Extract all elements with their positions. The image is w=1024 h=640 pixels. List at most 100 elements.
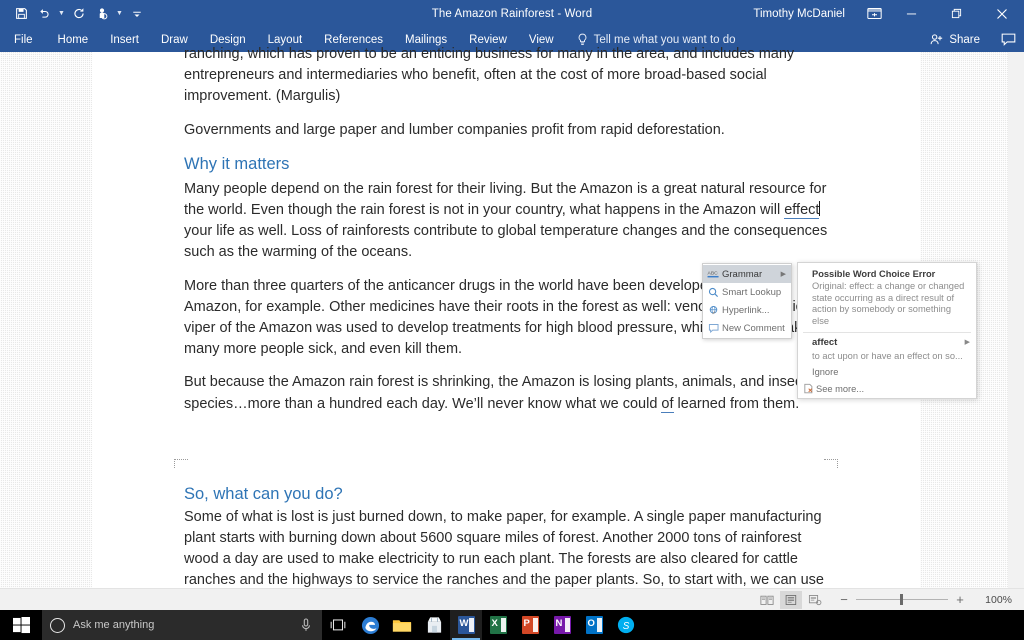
document-body[interactable]: ranching, which has proven to be an enti… bbox=[92, 46, 920, 640]
paragraph-shrinking: But because the Amazon rain forest is sh… bbox=[184, 372, 828, 414]
read-mode-button[interactable] bbox=[756, 591, 778, 609]
grammar-error-of[interactable]: of bbox=[661, 395, 674, 413]
heading-so-what-can-you-do: So, what can you do? bbox=[184, 484, 343, 503]
ribbon-display-options-icon[interactable] bbox=[859, 0, 889, 27]
title-bar-right: Timothy McDaniel bbox=[753, 0, 1024, 27]
word-window: ▼ ▼ The Amazon Rainforest - Word Timothy… bbox=[0, 0, 1024, 640]
save-icon[interactable] bbox=[10, 3, 32, 25]
zoom-slider[interactable] bbox=[856, 594, 948, 606]
tab-file[interactable]: File bbox=[0, 27, 47, 52]
taskbar-app-word[interactable]: W bbox=[450, 610, 482, 640]
excel-icon: X bbox=[489, 616, 507, 634]
web-layout-button[interactable] bbox=[804, 591, 826, 609]
taskbar-app-outlook[interactable]: O bbox=[578, 610, 610, 640]
comments-icon[interactable] bbox=[992, 27, 1024, 52]
outlook-icon: O bbox=[585, 616, 603, 634]
globe-link-icon bbox=[705, 302, 722, 318]
share-label: Share bbox=[949, 33, 980, 46]
taskbar-app-onenote[interactable]: N bbox=[546, 610, 578, 640]
touch-mode-dropdown-icon[interactable]: ▼ bbox=[114, 3, 125, 25]
task-view-button[interactable] bbox=[322, 610, 354, 640]
context-menu-label-smart-lookup: Smart Lookup bbox=[722, 286, 782, 298]
taskbar-app-file-explorer[interactable] bbox=[386, 610, 418, 640]
zoom-in-button[interactable]: + bbox=[954, 592, 966, 607]
folder-icon bbox=[392, 619, 412, 632]
taskbar-app-powerpoint[interactable]: P bbox=[514, 610, 546, 640]
redo-icon[interactable] bbox=[68, 3, 90, 25]
ribbon-right-actions: Share bbox=[930, 27, 1024, 52]
task-view-icon bbox=[330, 619, 346, 631]
title-bar: ▼ ▼ The Amazon Rainforest - Word Timothy… bbox=[0, 0, 1024, 27]
grammar-see-more-button[interactable]: See more... bbox=[798, 380, 976, 397]
word-icon: W bbox=[457, 616, 475, 634]
text-cursor bbox=[819, 201, 821, 217]
left-gutter bbox=[0, 52, 92, 588]
microphone-icon[interactable] bbox=[298, 618, 314, 632]
cortana-search-box[interactable]: Ask me anything bbox=[42, 610, 322, 640]
p3-text-a: Many people depend on the rain forest fo… bbox=[184, 180, 827, 219]
zoom-slider-thumb[interactable] bbox=[900, 594, 903, 605]
document-workspace: ranching, which has proven to be an enti… bbox=[0, 46, 1024, 640]
grammar-ignore-button[interactable]: Ignore bbox=[798, 363, 976, 380]
page-break-gap bbox=[174, 427, 838, 483]
share-button[interactable]: Share bbox=[930, 33, 992, 46]
cortana-icon bbox=[50, 617, 65, 633]
svg-text:S: S bbox=[623, 621, 630, 632]
taskbar-app-edge[interactable] bbox=[354, 610, 386, 640]
context-menu-item-hyperlink[interactable]: Hyperlink... bbox=[703, 301, 791, 319]
search-input[interactable]: Ask me anything bbox=[73, 619, 290, 631]
windows-taskbar: Ask me anything W X P N O S bbox=[0, 610, 1024, 640]
see-more-icon bbox=[801, 381, 816, 397]
account-name[interactable]: Timothy McDaniel bbox=[753, 8, 845, 20]
start-button[interactable] bbox=[0, 610, 42, 640]
zoom-out-button[interactable]: − bbox=[838, 592, 850, 607]
grammar-error-effect[interactable]: effect bbox=[784, 202, 820, 220]
grammar-see-more-label: See more... bbox=[816, 383, 865, 394]
status-bar: − + 100% bbox=[0, 588, 1024, 610]
edge-icon bbox=[361, 616, 379, 634]
taskbar-app-skype[interactable]: S bbox=[610, 610, 642, 640]
context-menu[interactable]: ABC Grammar ▶ Smart Lookup Hyperlink... … bbox=[702, 263, 792, 339]
grammar-suggestion-panel[interactable]: Possible Word Choice Error Original: eff… bbox=[797, 262, 977, 399]
p5-text-b: learned from them. bbox=[673, 395, 800, 412]
magnifier-icon bbox=[705, 284, 722, 300]
grammar-suggestion-word: affect bbox=[812, 337, 838, 349]
restore-button[interactable] bbox=[934, 0, 979, 27]
undo-dropdown-icon[interactable]: ▼ bbox=[56, 3, 67, 25]
context-menu-label-hyperlink: Hyperlink... bbox=[722, 304, 770, 316]
customize-qat-icon[interactable] bbox=[126, 3, 148, 25]
grammar-panel-divider bbox=[803, 332, 971, 334]
grammar-suggestion-definition: to act upon or have an effect on so... bbox=[812, 351, 963, 362]
taskbar-app-excel[interactable]: X bbox=[482, 610, 514, 640]
powerpoint-icon: P bbox=[521, 616, 539, 634]
tab-home[interactable]: Home bbox=[47, 27, 100, 52]
touch-mode-icon[interactable] bbox=[91, 3, 113, 25]
zoom-level-label[interactable]: 100% bbox=[976, 594, 1012, 606]
p3-text-b: your life as well. Loss of rainforests c… bbox=[184, 223, 828, 261]
quick-access-toolbar: ▼ ▼ bbox=[0, 0, 148, 27]
document-page[interactable]: ranching, which has proven to be an enti… bbox=[92, 46, 920, 640]
paragraph-many-people: Many people depend on the rain forest fo… bbox=[184, 179, 828, 264]
minimize-button[interactable] bbox=[889, 0, 934, 27]
windows-logo-icon bbox=[12, 616, 30, 633]
comment-icon bbox=[705, 320, 722, 336]
grammar-panel-description: Original: effect: a change or changed st… bbox=[812, 281, 965, 326]
context-menu-item-new-comment[interactable]: New Comment bbox=[703, 319, 791, 337]
zoom-control[interactable]: − + bbox=[838, 592, 966, 607]
abc-grammar-icon: ABC bbox=[705, 266, 722, 282]
grammar-suggestion-item[interactable]: affect to act upon or have an effect on … bbox=[798, 336, 976, 363]
undo-icon[interactable] bbox=[33, 3, 55, 25]
context-menu-label-new-comment: New Comment bbox=[722, 322, 785, 334]
paragraph-ranching: ranching, which has proven to be an enti… bbox=[184, 46, 795, 105]
taskbar-app-store[interactable] bbox=[418, 610, 450, 640]
tab-insert[interactable]: Insert bbox=[99, 27, 150, 52]
context-menu-item-smart-lookup[interactable]: Smart Lookup bbox=[703, 283, 791, 301]
submenu-arrow-icon: ▶ bbox=[780, 271, 786, 278]
margin-corner-top-left bbox=[174, 458, 188, 468]
context-menu-item-grammar[interactable]: ABC Grammar ▶ bbox=[703, 265, 791, 283]
skype-icon: S bbox=[617, 616, 635, 634]
grammar-suggestion-submenu-arrow-icon[interactable]: ▶ bbox=[965, 338, 970, 346]
print-layout-button[interactable] bbox=[780, 590, 802, 609]
grammar-panel-title: Possible Word Choice Error bbox=[812, 269, 936, 279]
close-button[interactable] bbox=[979, 0, 1024, 27]
